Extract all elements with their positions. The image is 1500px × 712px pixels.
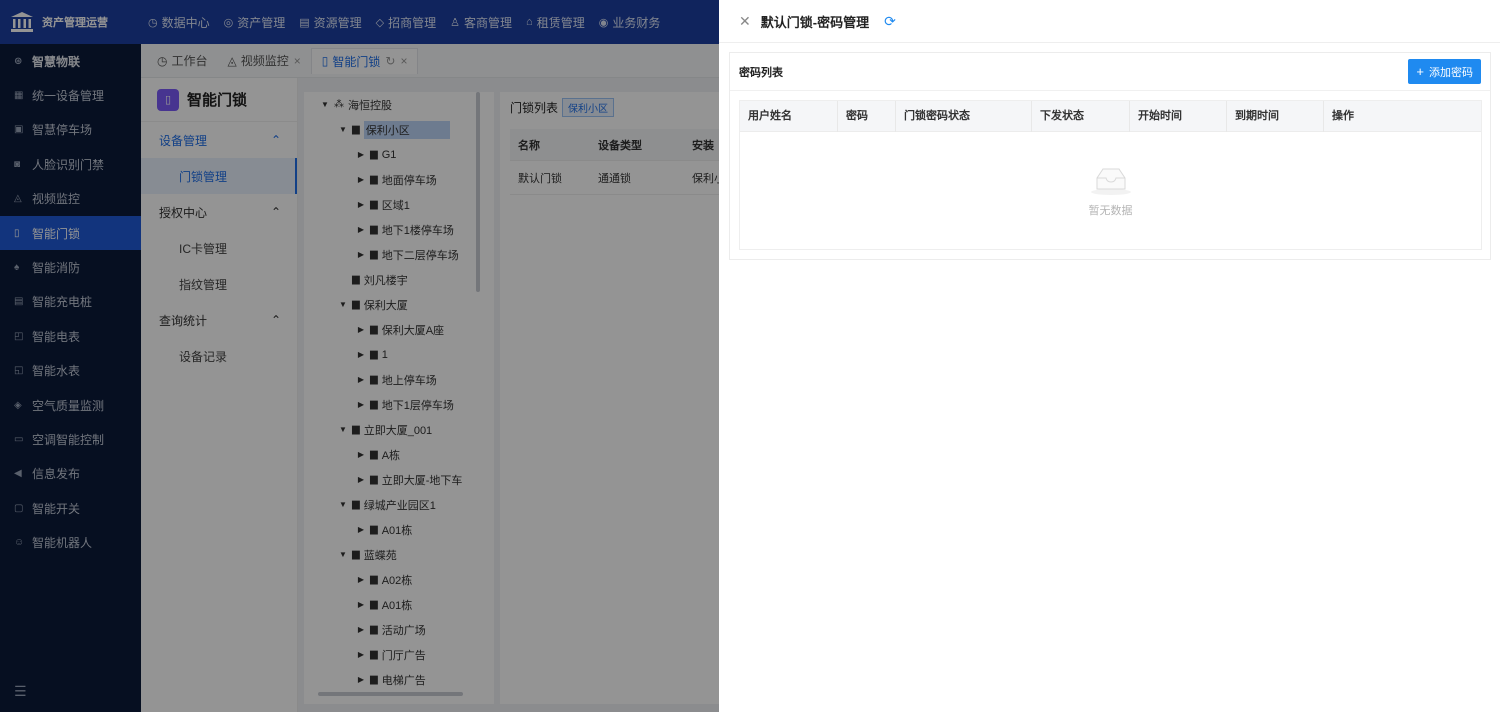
close-icon[interactable]: ✕ xyxy=(739,13,751,30)
column-header: 到期时间 xyxy=(1227,100,1324,132)
empty-state: 暂无数据 xyxy=(740,132,1481,249)
add-password-button[interactable]: + 添加密码 xyxy=(1408,59,1481,84)
drawer-title: 默认门锁-密码管理 xyxy=(760,14,870,30)
add-password-label: 添加密码 xyxy=(1429,66,1473,79)
password-table: 用户姓名 密码 门锁密码状态 下发状态 开始时间 到期时间 操作 暂无数据 xyxy=(739,100,1482,250)
column-header: 门锁密码状态 xyxy=(896,100,1032,132)
refresh-icon[interactable]: ⟳ xyxy=(884,13,896,30)
column-header: 下发状态 xyxy=(1032,100,1130,132)
empty-inbox-icon xyxy=(1090,168,1131,195)
password-management-drawer: ✕ 默认门锁-密码管理 ⟳ 密码列表 + 添加密码 用户姓名 密码 门锁密码状态… xyxy=(719,0,1500,712)
column-header: 操作 xyxy=(1332,109,1354,122)
empty-text: 暂无数据 xyxy=(1088,204,1133,217)
table-header-row: 用户姓名 密码 门锁密码状态 下发状态 开始时间 到期时间 操作 xyxy=(740,100,1481,132)
drawer-header: ✕ 默认门锁-密码管理 ⟳ xyxy=(719,0,1500,43)
drawer-overlay-mask[interactable] xyxy=(0,0,719,712)
column-header: 开始时间 xyxy=(1130,100,1227,132)
card-header: 密码列表 + 添加密码 xyxy=(730,53,1490,91)
card-title: 密码列表 xyxy=(739,66,783,79)
column-header: 用户姓名 xyxy=(740,100,838,132)
column-header: 密码 xyxy=(838,100,896,132)
password-list-card: 密码列表 + 添加密码 用户姓名 密码 门锁密码状态 下发状态 开始时间 到期时… xyxy=(729,52,1491,260)
plus-icon: + xyxy=(1416,64,1424,79)
